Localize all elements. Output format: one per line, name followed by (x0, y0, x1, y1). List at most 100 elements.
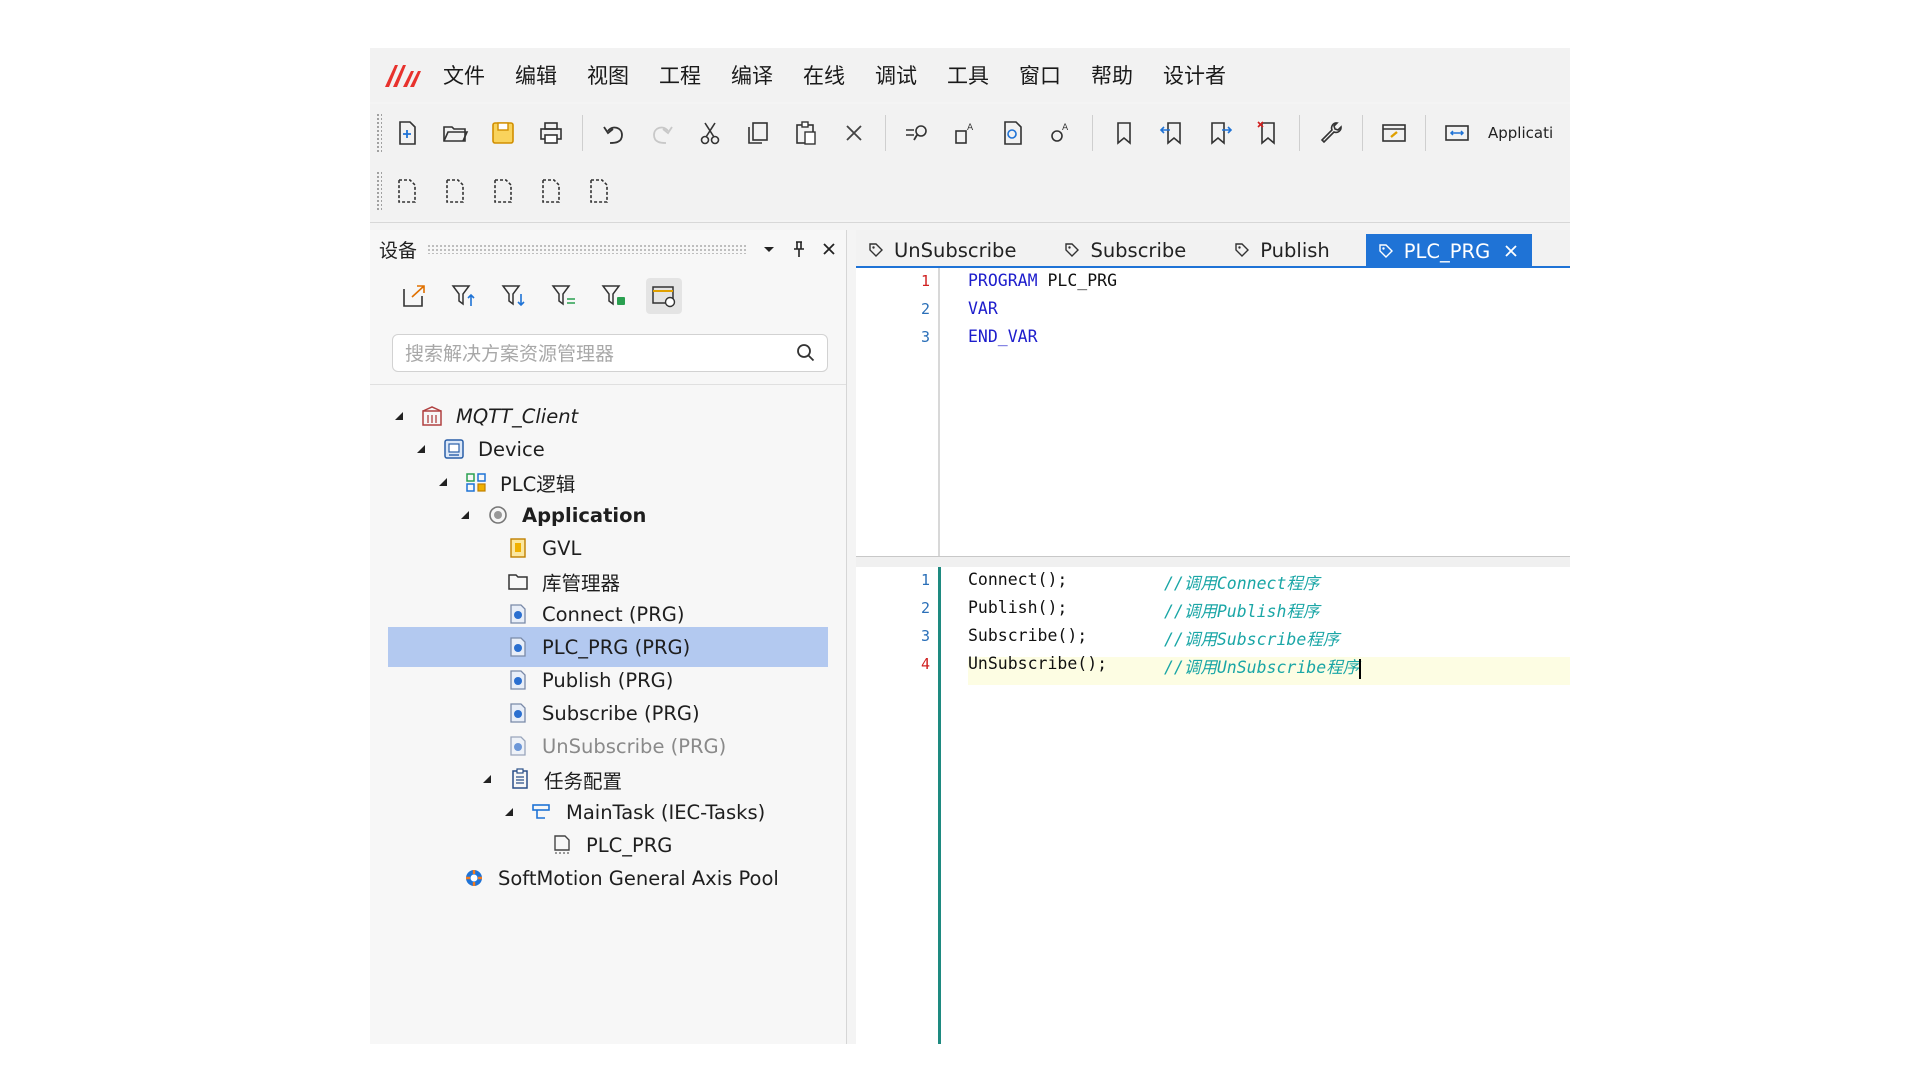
export-icon[interactable] (396, 278, 432, 314)
line-number: 1 (920, 272, 930, 290)
replace-icon[interactable]: A (948, 116, 982, 150)
filter-sort-down-icon[interactable] (496, 278, 532, 314)
open-folder-icon[interactable] (438, 116, 472, 150)
save-icon[interactable] (486, 116, 520, 150)
device-pane-title: 设备 (379, 239, 418, 262)
page-icon[interactable] (534, 174, 568, 208)
call-name: UnSubscribe (968, 654, 1078, 673)
collapse-arrow-icon[interactable] (458, 508, 472, 522)
wrench-icon[interactable] (1314, 116, 1348, 150)
delete-icon[interactable] (837, 116, 871, 150)
code-comment: //调用Publish程序 (1164, 598, 1319, 622)
filter-active-icon[interactable] (596, 278, 632, 314)
menu-window[interactable]: 窗口 (1019, 60, 1061, 90)
line-number: 3 (920, 328, 930, 346)
redo-icon[interactable] (645, 116, 679, 150)
replace-in-project-icon[interactable]: A (1044, 116, 1078, 150)
editor-area: UnSubscribe Subscribe Publish PLC_PRG 1 … (856, 230, 1570, 1044)
copy-icon[interactable] (741, 116, 775, 150)
tab-plc-prg[interactable]: PLC_PRG (1365, 234, 1533, 268)
tab-subscribe[interactable]: Subscribe (1052, 232, 1198, 268)
tree-node-label: Publish (PRG) (542, 668, 674, 692)
tree-node-label: Application (522, 503, 647, 527)
tree-node-label: PLC_PRG (586, 833, 673, 857)
tree-node-label: 任务配置 (544, 769, 623, 793)
collapse-arrow-icon[interactable] (480, 772, 494, 786)
code-comment: //调用Connect程序 (1164, 570, 1319, 594)
tree-node-label: UnSubscribe (PRG) (542, 734, 727, 758)
collapse-arrow-icon[interactable] (502, 805, 516, 819)
tag-icon (1064, 241, 1082, 259)
tab-unsubscribe[interactable]: UnSubscribe (856, 232, 1028, 268)
page-icon[interactable] (486, 174, 520, 208)
close-pane-icon[interactable] (816, 236, 842, 262)
close-tab-icon[interactable] (1504, 243, 1520, 259)
axis-pool-icon (462, 866, 486, 890)
cut-icon[interactable] (693, 116, 727, 150)
paste-icon[interactable] (789, 116, 823, 150)
find-icon[interactable] (900, 116, 934, 150)
pane-drag-handle[interactable] (427, 244, 746, 254)
menu-help[interactable]: 帮助 (1091, 60, 1133, 90)
secondary-toolbar (370, 162, 1570, 220)
folder-icon (506, 569, 530, 593)
tab-publish[interactable]: Publish (1222, 232, 1342, 268)
clear-bookmarks-icon[interactable] (1251, 116, 1285, 150)
collapse-arrow-icon[interactable] (436, 475, 450, 489)
program-icon (506, 668, 530, 692)
call-suffix: (); (1057, 626, 1088, 645)
program-icon (506, 602, 530, 626)
menu-edit[interactable]: 编辑 (515, 60, 557, 90)
code-line: END_VAR (968, 327, 1038, 346)
device-pane: 设备 MQTT_Client (370, 230, 847, 1044)
editor-tabs: UnSubscribe Subscribe Publish PLC_PRG (856, 230, 1570, 268)
undo-icon[interactable] (597, 116, 631, 150)
tree-node-label: GVL (542, 536, 582, 560)
solution-explorer-search (392, 334, 828, 372)
interface-icon[interactable] (1440, 116, 1474, 150)
search-input[interactable] (403, 339, 787, 369)
menu-tools[interactable]: 工具 (947, 60, 989, 90)
previous-bookmark-icon[interactable] (1155, 116, 1189, 150)
toolbar-separator (582, 115, 583, 151)
application-selector[interactable]: Applicati (1488, 124, 1553, 142)
program-name: PLC_PRG (1047, 271, 1118, 290)
page-icon[interactable] (582, 174, 616, 208)
call-suffix: (); (1037, 598, 1068, 617)
task-icon (530, 800, 554, 824)
properties-icon[interactable] (646, 278, 682, 314)
toolbar-separator (1362, 115, 1363, 151)
collapse-arrow-icon[interactable] (392, 409, 406, 423)
menu-online[interactable]: 在线 (803, 60, 845, 90)
window-icon[interactable] (1377, 116, 1411, 150)
bookmark-icon[interactable] (1107, 116, 1141, 150)
menu-debug[interactable]: 调试 (875, 60, 917, 90)
pin-icon[interactable] (786, 236, 812, 262)
page-icon[interactable] (438, 174, 472, 208)
new-file-icon[interactable] (390, 116, 424, 150)
program-icon (506, 701, 530, 725)
code-line: Connect(); (968, 570, 1067, 589)
filter-sort-up-icon[interactable] (446, 278, 482, 314)
device-pane-header: 设备 (370, 230, 846, 268)
search-icon[interactable] (795, 342, 817, 364)
implementation-editor[interactable]: 1 2 3 4 Connect(); //调用Connect程序 Publish… (856, 567, 1570, 1044)
menu-view[interactable]: 视图 (587, 60, 629, 90)
menu-designer[interactable]: 设计者 (1163, 60, 1226, 90)
toolbar-separator (885, 115, 886, 151)
pane-menu-dropdown-icon[interactable] (756, 236, 782, 262)
filter-list-icon[interactable] (546, 278, 582, 314)
collapse-arrow-icon[interactable] (414, 442, 428, 456)
toolbar-grip[interactable] (376, 171, 382, 211)
next-bookmark-icon[interactable] (1203, 116, 1237, 150)
toolbar-grip[interactable] (376, 113, 382, 153)
menu-project[interactable]: 工程 (659, 60, 701, 90)
declaration-editor[interactable]: 1 2 3 PROGRAM PLC_PRG VAR END_VAR (856, 268, 1570, 558)
find-in-project-icon[interactable] (996, 116, 1030, 150)
tree-node-softmotion[interactable]: SoftMotion General Axis Pool (462, 858, 779, 898)
tab-label: PLC_PRG (1403, 239, 1491, 263)
page-icon[interactable] (390, 174, 424, 208)
menu-file[interactable]: 文件 (443, 60, 485, 90)
print-icon[interactable] (534, 116, 568, 150)
menu-build[interactable]: 编译 (731, 60, 773, 90)
